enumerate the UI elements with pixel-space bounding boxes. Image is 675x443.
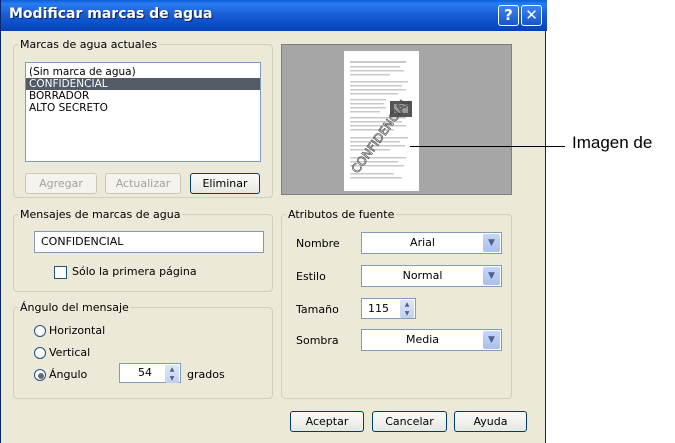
- font-attributes-legend: Atributos de fuente: [288, 208, 395, 221]
- font-style-value: Normal: [402, 269, 443, 282]
- font-style-select[interactable]: Normal ▼: [361, 265, 502, 287]
- watermark-text-input[interactable]: CONFIDENCIAL: [34, 231, 264, 253]
- list-item[interactable]: (Sin marca de agua): [26, 66, 260, 78]
- add-button[interactable]: Agregar: [25, 173, 97, 194]
- list-item[interactable]: ALTO SECRETO: [26, 102, 260, 114]
- callout-label: Imagen de: [572, 133, 653, 152]
- shadow-select[interactable]: Media ▼: [361, 329, 502, 351]
- angle-radio[interactable]: [34, 369, 46, 381]
- font-name-value: Arial: [410, 236, 435, 249]
- horizontal-radio[interactable]: [34, 325, 46, 337]
- font-size-value: 115: [368, 302, 389, 315]
- list-item[interactable]: BORRADOR: [26, 90, 260, 102]
- vertical-radio[interactable]: [34, 347, 46, 359]
- first-page-only-checkbox[interactable]: [54, 266, 67, 279]
- title-bar[interactable]: Modificar marcas de agua ? ✕: [1, 0, 547, 31]
- angle-label: Ángulo: [49, 368, 88, 381]
- vertical-label: Vertical: [49, 346, 91, 359]
- messages-legend: Mensajes de marcas de agua: [20, 208, 181, 221]
- font-name-select[interactable]: Arial ▼: [361, 232, 502, 254]
- angle-legend: Ángulo del mensaje: [20, 301, 129, 314]
- preview-page-art: CONFIDENCIAL: [348, 61, 413, 179]
- shadow-label: Sombra: [296, 334, 339, 347]
- delete-button[interactable]: Eliminar: [190, 173, 260, 194]
- list-item-selected[interactable]: CONFIDENCIAL: [26, 78, 260, 90]
- font-style-label: Estilo: [296, 270, 326, 283]
- font-size-spin-icon[interactable]: ▲ ▼: [400, 300, 414, 318]
- current-watermarks-legend: Marcas de agua actuales: [20, 38, 158, 51]
- horizontal-label: Horizontal: [49, 324, 106, 337]
- ok-button[interactable]: Aceptar: [290, 411, 364, 432]
- watermark-preview: CONFIDENCIAL: [281, 44, 512, 195]
- chevron-down-icon[interactable]: ▼: [483, 267, 500, 285]
- preview-watermark-text: CONFIDENCIAL: [349, 95, 413, 176]
- chevron-down-icon[interactable]: ▼: [483, 331, 500, 349]
- dialog-title: Modificar marcas de agua: [9, 6, 213, 22]
- first-page-only-label: Sólo la primera página: [72, 265, 197, 278]
- watermark-dialog: Modificar marcas de agua ? ✕ Marcas de a…: [0, 0, 547, 443]
- update-button[interactable]: Actualizar: [105, 173, 181, 194]
- angle-stepper[interactable]: 54 ▲ ▼: [119, 363, 181, 383]
- cancel-button[interactable]: Cancelar: [372, 411, 447, 432]
- help-button[interactable]: Ayuda: [454, 411, 527, 432]
- help-icon[interactable]: ?: [498, 5, 519, 26]
- angle-spin-icon[interactable]: ▲ ▼: [165, 365, 179, 383]
- angle-value: 54: [138, 366, 152, 379]
- preview-page: CONFIDENCIAL: [344, 51, 419, 191]
- font-name-label: Nombre: [296, 237, 340, 250]
- degrees-label: grados: [187, 368, 225, 381]
- font-size-stepper[interactable]: 115 ▲ ▼: [361, 298, 416, 319]
- watermark-list[interactable]: (Sin marca de agua) CONFIDENCIAL BORRADO…: [25, 62, 261, 162]
- close-icon[interactable]: ✕: [521, 5, 542, 26]
- callout-line: [410, 146, 565, 147]
- shadow-value: Media: [405, 333, 440, 346]
- font-size-label: Tamaño: [296, 303, 339, 316]
- chevron-down-icon[interactable]: ▼: [483, 234, 500, 252]
